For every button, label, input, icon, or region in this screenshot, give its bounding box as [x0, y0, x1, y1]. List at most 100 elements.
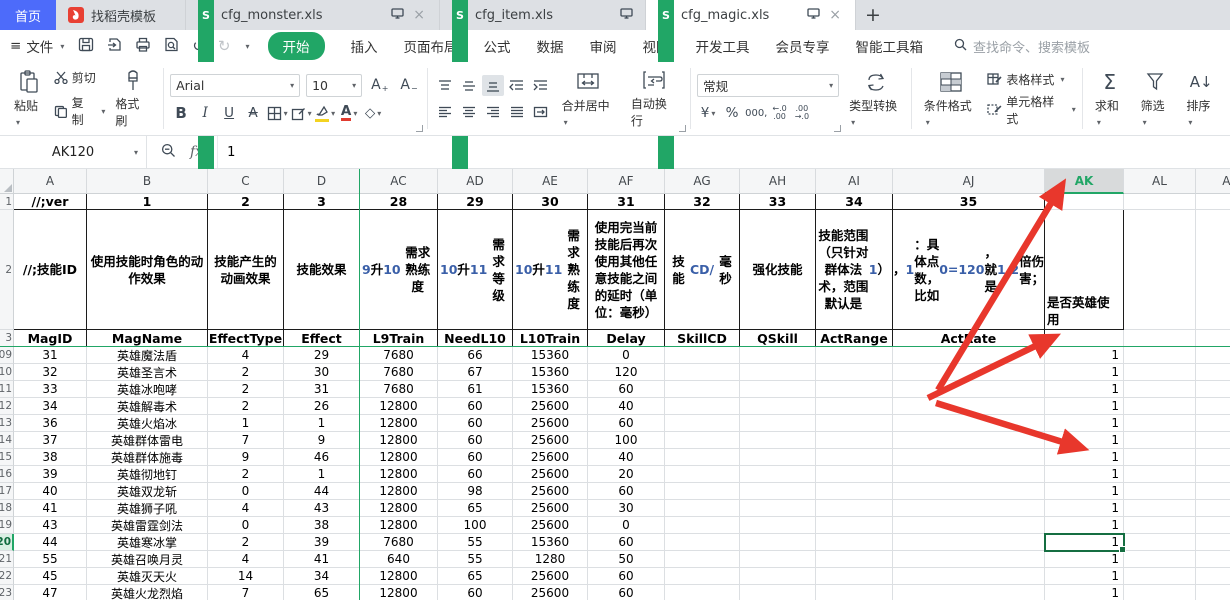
cell-AI119[interactable]	[816, 517, 893, 534]
cell-AL115[interactable]	[1124, 449, 1196, 466]
increase-decimal-button[interactable]: ←.0.00	[769, 105, 789, 122]
cell-A1[interactable]: //;ver	[14, 194, 87, 210]
cell-D116[interactable]: 1	[284, 466, 360, 483]
cell-AC112[interactable]: 12800	[360, 398, 438, 415]
cell-AE119[interactable]: 25600	[513, 517, 588, 534]
cell-AH110[interactable]	[740, 364, 816, 381]
cell-AG1[interactable]: 32	[665, 194, 740, 210]
cell-AG117[interactable]	[665, 483, 740, 500]
select-all-corner[interactable]	[0, 169, 14, 194]
cell-C111[interactable]: 2	[208, 381, 284, 398]
cell-AL121[interactable]	[1124, 551, 1196, 568]
cell-A110[interactable]: 32	[14, 364, 87, 381]
cell-AF3[interactable]: Delay	[588, 330, 665, 347]
cell-AJ114[interactable]	[893, 432, 1045, 449]
cell-A123[interactable]: 47	[14, 585, 87, 600]
cell-AI116[interactable]	[816, 466, 893, 483]
cell-AG116[interactable]	[665, 466, 740, 483]
cell-AG110[interactable]	[665, 364, 740, 381]
zoom-out-icon[interactable]	[161, 143, 176, 162]
cell-C115[interactable]: 9	[208, 449, 284, 466]
cell-AK123[interactable]: 1	[1045, 585, 1124, 600]
sum-button[interactable]: Σ 求和▾	[1089, 68, 1131, 130]
italic-button[interactable]: I	[194, 103, 216, 124]
cell-AM121[interactable]	[1196, 551, 1230, 568]
cell-D110[interactable]: 30	[284, 364, 360, 381]
row-header-123[interactable]: 123	[0, 585, 14, 600]
align-bottom-button[interactable]	[482, 75, 504, 96]
cell-C110[interactable]: 2	[208, 364, 284, 381]
cell-C113[interactable]: 1	[208, 415, 284, 432]
cell-AG123[interactable]	[665, 585, 740, 600]
cell-AH1[interactable]: 33	[740, 194, 816, 210]
cell-B114[interactable]: 英雄群体雷电	[87, 432, 208, 449]
column-header-D[interactable]: D	[284, 169, 360, 194]
command-search[interactable]: 查找命令、搜索模板	[954, 37, 1090, 56]
row-header-2[interactable]: 2	[0, 210, 14, 330]
copy-button[interactable]: 复制 ▾	[54, 94, 106, 128]
cell-AJ109[interactable]	[893, 347, 1045, 364]
cell-D3[interactable]: Effect	[284, 330, 360, 347]
print-icon[interactable]	[135, 37, 151, 56]
align-left-button[interactable]	[434, 101, 456, 122]
cell-AH114[interactable]	[740, 432, 816, 449]
cell-AJ1[interactable]: 35	[893, 194, 1045, 210]
cell-AM123[interactable]	[1196, 585, 1230, 600]
cell-D120[interactable]: 39	[284, 534, 360, 551]
ribbon-tab-member[interactable]: 会员专享	[776, 36, 830, 56]
alignment-dialog-launcher[interactable]	[679, 125, 686, 132]
save-icon[interactable]	[78, 37, 94, 56]
cell-AD119[interactable]: 100	[438, 517, 513, 534]
cell-B116[interactable]: 英雄彻地钉	[87, 466, 208, 483]
cell-style-button[interactable]: 单元格样式▾	[987, 93, 1075, 127]
row-header-111[interactable]: 111	[0, 381, 14, 398]
cell-AI121[interactable]	[816, 551, 893, 568]
filter-button[interactable]: 筛选▾	[1135, 68, 1177, 130]
cell-AI122[interactable]	[816, 568, 893, 585]
column-header-AC[interactable]: AC	[360, 169, 438, 194]
cell-AF109[interactable]: 0	[588, 347, 665, 364]
clear-format-button[interactable]: ◇▾	[362, 103, 384, 124]
row-header-113[interactable]: 113	[0, 415, 14, 432]
text-orientation-button[interactable]	[530, 101, 552, 122]
cell-B111[interactable]: 英雄冰咆哮	[87, 381, 208, 398]
cell-AJ119[interactable]	[893, 517, 1045, 534]
redo-icon[interactable]: ↻	[218, 37, 231, 55]
tab-cfg-magic[interactable]: S cfg_magic.xls ×	[646, 0, 856, 30]
ribbon-tab-home[interactable]: 开始	[268, 32, 325, 60]
column-header-AG[interactable]: AG	[665, 169, 740, 194]
row-header-114[interactable]: 114	[0, 432, 14, 449]
cell-A122[interactable]: 45	[14, 568, 87, 585]
cell-C116[interactable]: 2	[208, 466, 284, 483]
cell-AI114[interactable]	[816, 432, 893, 449]
cell-B3[interactable]: MagName	[87, 330, 208, 347]
cell-AK116[interactable]: 1	[1045, 466, 1124, 483]
row-header-1[interactable]: 1	[0, 194, 14, 210]
column-header-AD[interactable]: AD	[438, 169, 513, 194]
number-dialog-launcher[interactable]	[834, 125, 841, 132]
cell-AH120[interactable]	[740, 534, 816, 551]
print-preview-icon[interactable]	[164, 37, 179, 56]
cell-A2[interactable]: //;技能ID	[14, 210, 87, 330]
cell-AE3[interactable]: L10Train	[513, 330, 588, 347]
cell-AE120[interactable]: 15360	[513, 534, 588, 551]
cell-D1[interactable]: 3	[284, 194, 360, 210]
cell-D118[interactable]: 43	[284, 500, 360, 517]
ribbon-tab-formulas[interactable]: 公式	[484, 36, 511, 56]
cell-C119[interactable]: 0	[208, 517, 284, 534]
cell-AE116[interactable]: 25600	[513, 466, 588, 483]
cell-AL113[interactable]	[1124, 415, 1196, 432]
cell-A115[interactable]: 38	[14, 449, 87, 466]
increase-font-button[interactable]: A+	[368, 77, 391, 93]
table-style-button[interactable]: 表格样式▾	[987, 71, 1075, 88]
cell-AE1[interactable]: 30	[513, 194, 588, 210]
cell-AD2[interactable]: 10升11需求等级	[438, 210, 513, 330]
cell-AJ110[interactable]	[893, 364, 1045, 381]
cell-AD114[interactable]: 60	[438, 432, 513, 449]
cell-AM3[interactable]	[1196, 330, 1230, 347]
currency-button[interactable]: ¥▾	[697, 103, 719, 124]
cell-AK122[interactable]: 1	[1045, 568, 1124, 585]
cell-C2[interactable]: 技能产生的动画效果	[208, 210, 284, 330]
cell-AE111[interactable]: 15360	[513, 381, 588, 398]
formula-input[interactable]: 1	[218, 136, 235, 168]
